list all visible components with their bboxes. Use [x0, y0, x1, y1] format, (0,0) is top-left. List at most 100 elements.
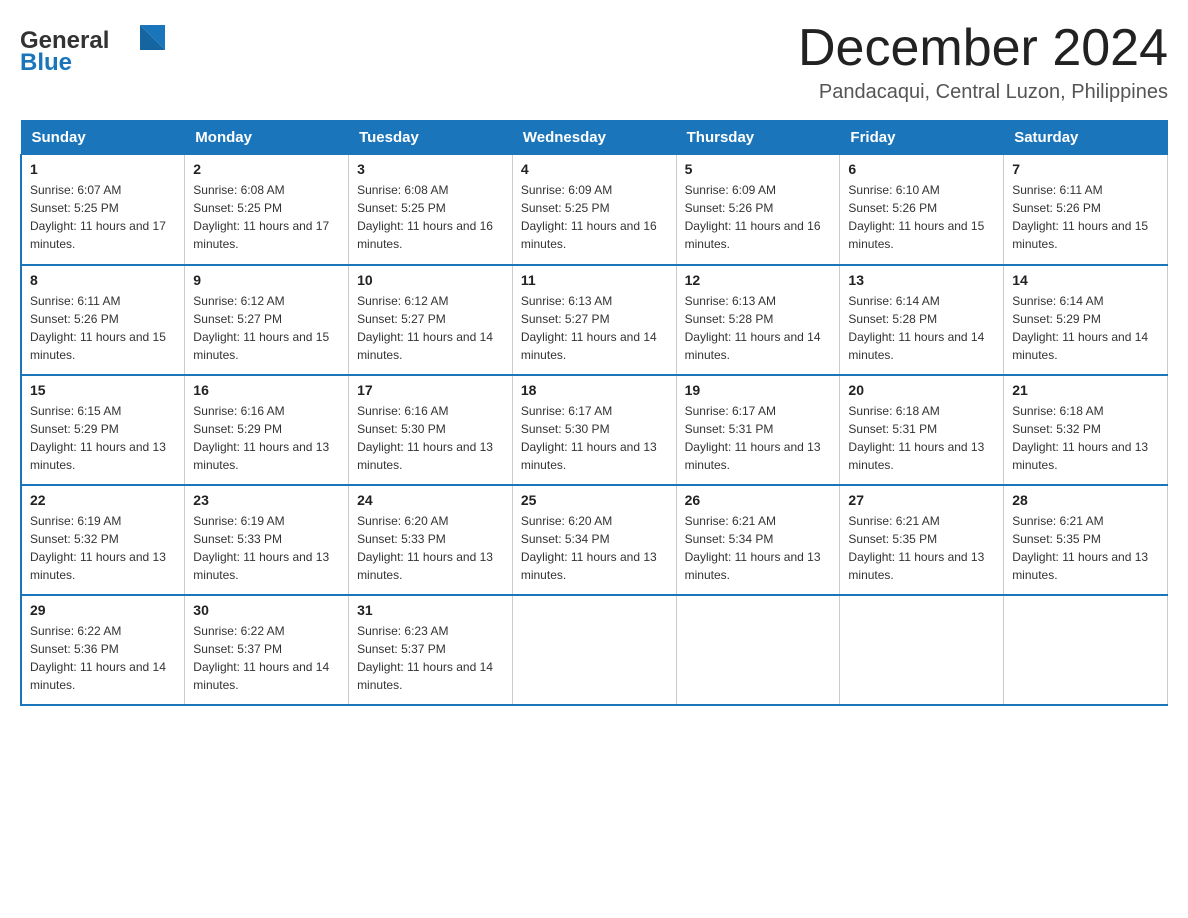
calendar-cell: 10 Sunrise: 6:12 AMSunset: 5:27 PMDaylig…: [349, 265, 513, 375]
day-number: 12: [685, 272, 832, 288]
day-number: 22: [30, 492, 176, 508]
location-subtitle: Pandacaqui, Central Luzon, Philippines: [798, 81, 1168, 104]
day-info: Sunrise: 6:16 AMSunset: 5:29 PMDaylight:…: [193, 404, 329, 472]
header: General Blue December 2024 Pandacaqui, C…: [20, 20, 1168, 104]
header-saturday: Saturday: [1004, 121, 1168, 155]
day-number: 6: [848, 161, 995, 177]
day-number: 30: [193, 602, 340, 618]
header-tuesday: Tuesday: [349, 121, 513, 155]
day-info: Sunrise: 6:14 AMSunset: 5:28 PMDaylight:…: [848, 294, 984, 362]
calendar-cell: 6 Sunrise: 6:10 AMSunset: 5:26 PMDayligh…: [840, 155, 1004, 265]
calendar-cell: 21 Sunrise: 6:18 AMSunset: 5:32 PMDaylig…: [1004, 375, 1168, 485]
calendar-cell: 1 Sunrise: 6:07 AMSunset: 5:25 PMDayligh…: [21, 155, 185, 265]
day-number: 15: [30, 382, 176, 398]
day-number: 4: [521, 161, 668, 177]
day-info: Sunrise: 6:14 AMSunset: 5:29 PMDaylight:…: [1012, 294, 1148, 362]
day-info: Sunrise: 6:21 AMSunset: 5:34 PMDaylight:…: [685, 514, 821, 582]
day-number: 14: [1012, 272, 1159, 288]
calendar-cell: 2 Sunrise: 6:08 AMSunset: 5:25 PMDayligh…: [185, 155, 349, 265]
calendar-cell: 28 Sunrise: 6:21 AMSunset: 5:35 PMDaylig…: [1004, 485, 1168, 595]
day-info: Sunrise: 6:22 AMSunset: 5:37 PMDaylight:…: [193, 624, 329, 692]
svg-text:Blue: Blue: [20, 49, 72, 75]
calendar-week-row: 1 Sunrise: 6:07 AMSunset: 5:25 PMDayligh…: [21, 155, 1168, 265]
day-info: Sunrise: 6:23 AMSunset: 5:37 PMDaylight:…: [357, 624, 493, 692]
day-info: Sunrise: 6:15 AMSunset: 5:29 PMDaylight:…: [30, 404, 166, 472]
day-info: Sunrise: 6:10 AMSunset: 5:26 PMDaylight:…: [848, 183, 984, 251]
day-info: Sunrise: 6:13 AMSunset: 5:27 PMDaylight:…: [521, 294, 657, 362]
header-sunday: Sunday: [21, 121, 185, 155]
day-number: 24: [357, 492, 504, 508]
day-info: Sunrise: 6:07 AMSunset: 5:25 PMDaylight:…: [30, 183, 166, 251]
calendar-cell: 11 Sunrise: 6:13 AMSunset: 5:27 PMDaylig…: [512, 265, 676, 375]
calendar-cell: 9 Sunrise: 6:12 AMSunset: 5:27 PMDayligh…: [185, 265, 349, 375]
day-number: 25: [521, 492, 668, 508]
header-thursday: Thursday: [676, 121, 840, 155]
calendar-cell: 8 Sunrise: 6:11 AMSunset: 5:26 PMDayligh…: [21, 265, 185, 375]
day-info: Sunrise: 6:19 AMSunset: 5:32 PMDaylight:…: [30, 514, 166, 582]
day-info: Sunrise: 6:17 AMSunset: 5:30 PMDaylight:…: [521, 404, 657, 472]
calendar-cell: 26 Sunrise: 6:21 AMSunset: 5:34 PMDaylig…: [676, 485, 840, 595]
day-info: Sunrise: 6:09 AMSunset: 5:25 PMDaylight:…: [521, 183, 657, 251]
calendar-cell: 24 Sunrise: 6:20 AMSunset: 5:33 PMDaylig…: [349, 485, 513, 595]
day-number: 13: [848, 272, 995, 288]
calendar-cell: 19 Sunrise: 6:17 AMSunset: 5:31 PMDaylig…: [676, 375, 840, 485]
day-info: Sunrise: 6:20 AMSunset: 5:34 PMDaylight:…: [521, 514, 657, 582]
day-info: Sunrise: 6:13 AMSunset: 5:28 PMDaylight:…: [685, 294, 821, 362]
calendar-cell: 23 Sunrise: 6:19 AMSunset: 5:33 PMDaylig…: [185, 485, 349, 595]
calendar-cell: 22 Sunrise: 6:19 AMSunset: 5:32 PMDaylig…: [21, 485, 185, 595]
day-info: Sunrise: 6:19 AMSunset: 5:33 PMDaylight:…: [193, 514, 329, 582]
calendar-cell: [676, 595, 840, 705]
day-info: Sunrise: 6:20 AMSunset: 5:33 PMDaylight:…: [357, 514, 493, 582]
calendar-cell: 13 Sunrise: 6:14 AMSunset: 5:28 PMDaylig…: [840, 265, 1004, 375]
day-number: 18: [521, 382, 668, 398]
day-info: Sunrise: 6:18 AMSunset: 5:32 PMDaylight:…: [1012, 404, 1148, 472]
calendar-cell: [1004, 595, 1168, 705]
calendar-header-row: SundayMondayTuesdayWednesdayThursdayFrid…: [21, 121, 1168, 155]
calendar-cell: 14 Sunrise: 6:14 AMSunset: 5:29 PMDaylig…: [1004, 265, 1168, 375]
day-number: 29: [30, 602, 176, 618]
header-wednesday: Wednesday: [512, 121, 676, 155]
calendar-cell: 29 Sunrise: 6:22 AMSunset: 5:36 PMDaylig…: [21, 595, 185, 705]
calendar-cell: 17 Sunrise: 6:16 AMSunset: 5:30 PMDaylig…: [349, 375, 513, 485]
logo: General Blue: [20, 20, 180, 80]
day-number: 21: [1012, 382, 1159, 398]
calendar-cell: 20 Sunrise: 6:18 AMSunset: 5:31 PMDaylig…: [840, 375, 1004, 485]
day-number: 26: [685, 492, 832, 508]
day-number: 1: [30, 161, 176, 177]
day-info: Sunrise: 6:12 AMSunset: 5:27 PMDaylight:…: [357, 294, 493, 362]
day-number: 31: [357, 602, 504, 618]
day-info: Sunrise: 6:22 AMSunset: 5:36 PMDaylight:…: [30, 624, 166, 692]
calendar-week-row: 8 Sunrise: 6:11 AMSunset: 5:26 PMDayligh…: [21, 265, 1168, 375]
calendar-cell: 5 Sunrise: 6:09 AMSunset: 5:26 PMDayligh…: [676, 155, 840, 265]
calendar-cell: 15 Sunrise: 6:15 AMSunset: 5:29 PMDaylig…: [21, 375, 185, 485]
calendar-cell: 3 Sunrise: 6:08 AMSunset: 5:25 PMDayligh…: [349, 155, 513, 265]
calendar-cell: 27 Sunrise: 6:21 AMSunset: 5:35 PMDaylig…: [840, 485, 1004, 595]
calendar-table: SundayMondayTuesdayWednesdayThursdayFrid…: [20, 120, 1168, 706]
day-info: Sunrise: 6:17 AMSunset: 5:31 PMDaylight:…: [685, 404, 821, 472]
day-number: 19: [685, 382, 832, 398]
header-friday: Friday: [840, 121, 1004, 155]
header-monday: Monday: [185, 121, 349, 155]
calendar-cell: 25 Sunrise: 6:20 AMSunset: 5:34 PMDaylig…: [512, 485, 676, 595]
calendar-cell: 7 Sunrise: 6:11 AMSunset: 5:26 PMDayligh…: [1004, 155, 1168, 265]
calendar-cell: 31 Sunrise: 6:23 AMSunset: 5:37 PMDaylig…: [349, 595, 513, 705]
day-number: 8: [30, 272, 176, 288]
day-number: 16: [193, 382, 340, 398]
day-number: 23: [193, 492, 340, 508]
day-info: Sunrise: 6:09 AMSunset: 5:26 PMDaylight:…: [685, 183, 821, 251]
day-info: Sunrise: 6:11 AMSunset: 5:26 PMDaylight:…: [1012, 183, 1148, 251]
calendar-week-row: 22 Sunrise: 6:19 AMSunset: 5:32 PMDaylig…: [21, 485, 1168, 595]
day-number: 7: [1012, 161, 1159, 177]
day-info: Sunrise: 6:21 AMSunset: 5:35 PMDaylight:…: [1012, 514, 1148, 582]
calendar-cell: [512, 595, 676, 705]
calendar-cell: 12 Sunrise: 6:13 AMSunset: 5:28 PMDaylig…: [676, 265, 840, 375]
title-area: December 2024 Pandacaqui, Central Luzon,…: [798, 20, 1168, 104]
day-number: 27: [848, 492, 995, 508]
day-number: 10: [357, 272, 504, 288]
calendar-cell: [840, 595, 1004, 705]
calendar-cell: 18 Sunrise: 6:17 AMSunset: 5:30 PMDaylig…: [512, 375, 676, 485]
day-number: 28: [1012, 492, 1159, 508]
day-info: Sunrise: 6:21 AMSunset: 5:35 PMDaylight:…: [848, 514, 984, 582]
day-info: Sunrise: 6:11 AMSunset: 5:26 PMDaylight:…: [30, 294, 166, 362]
day-number: 5: [685, 161, 832, 177]
